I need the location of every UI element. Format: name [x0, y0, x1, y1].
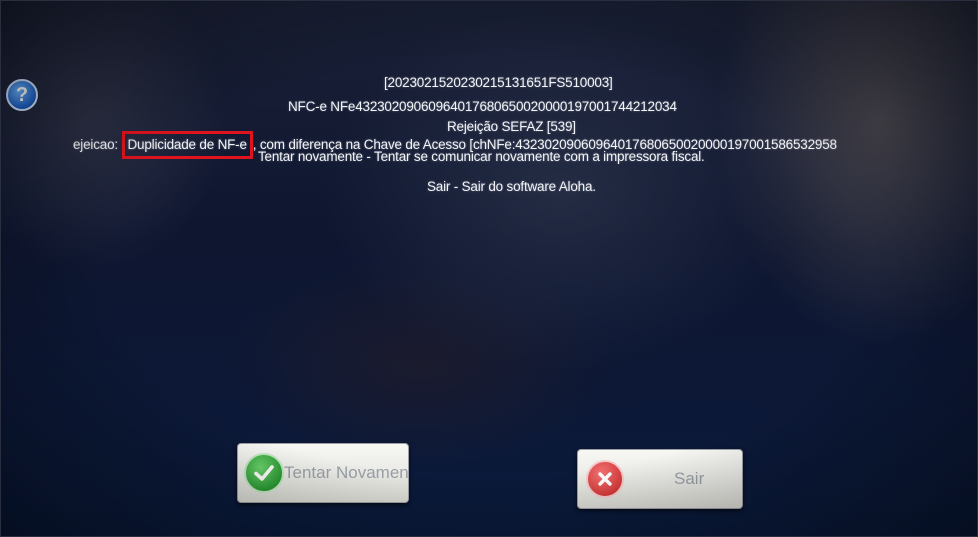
- help-icon-glyph: ?: [15, 83, 29, 106]
- checkmark-icon: [244, 453, 284, 493]
- retry-button[interactable]: Tentar Novamen: [237, 443, 409, 503]
- message-line-retry-help: Tentar novamente - Tentar se comunicar n…: [258, 149, 705, 164]
- duplicity-highlight-text: Duplicidade de NF-e: [127, 137, 247, 152]
- close-icon: [586, 460, 624, 498]
- help-icon: ?: [6, 79, 38, 111]
- rejection-prefix: ejeicao:: [73, 137, 118, 152]
- message-line-nfce-key: NFC-e NFe4323020906096401768065002000019…: [288, 99, 677, 114]
- message-line-transaction-id: [2023021520230215131651FS510003]: [384, 75, 613, 90]
- exit-button[interactable]: Sair: [577, 449, 743, 509]
- duplicity-highlight-box: Duplicidade de NF-e: [121, 131, 253, 159]
- message-line-exit-help: Sair - Sair do software Aloha.: [427, 179, 596, 194]
- error-screen: ? [2023021520230215131651FS510003] NFC-e…: [0, 0, 978, 537]
- exit-button-label: Sair: [674, 469, 705, 488]
- retry-button-label: Tentar Novamen: [284, 463, 409, 482]
